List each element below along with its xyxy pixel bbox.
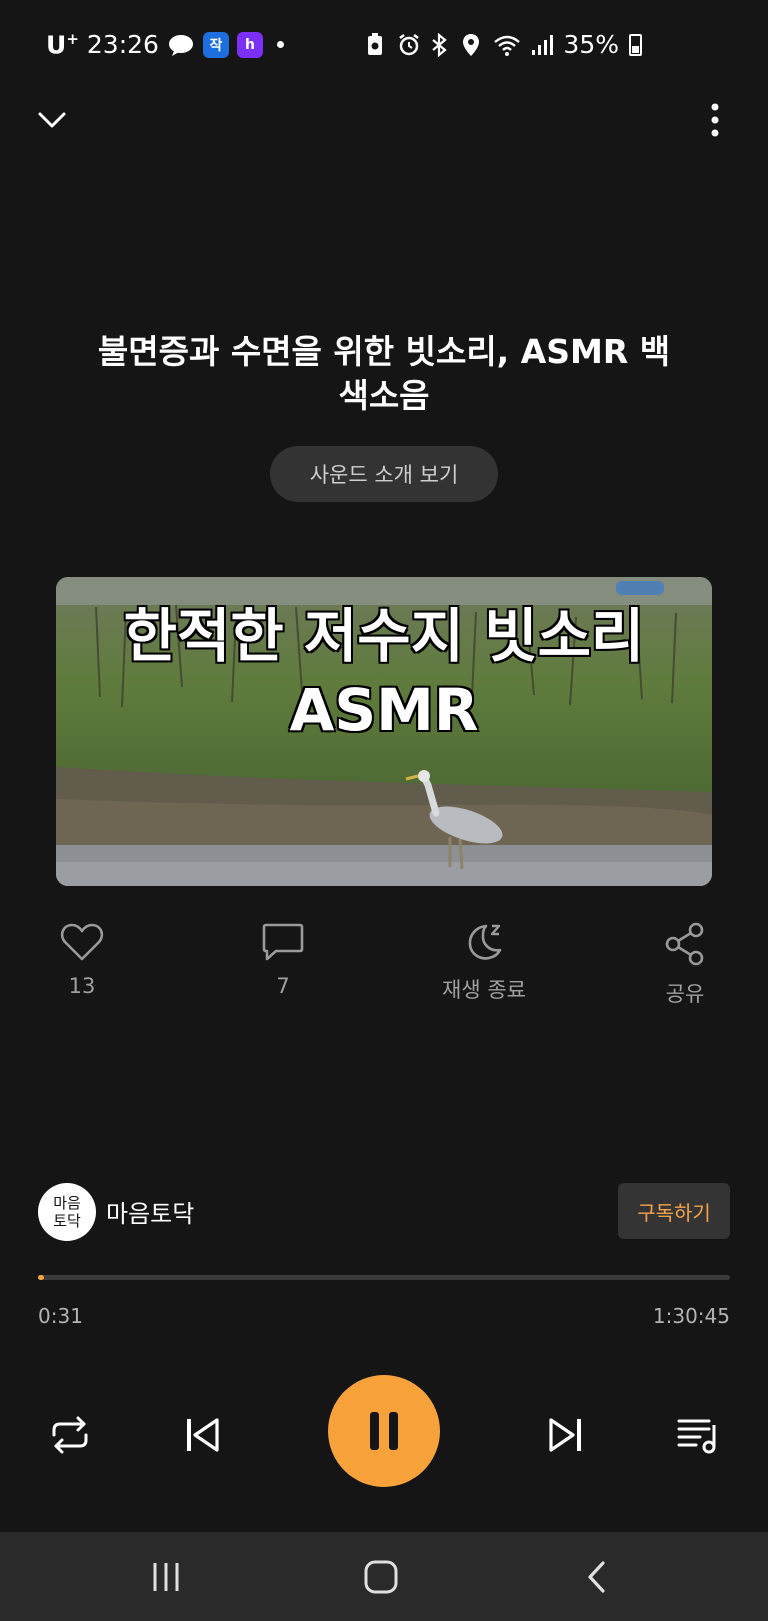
status-left: U+ 23:26 작 h <box>46 30 284 59</box>
playlist-button[interactable] <box>668 1405 728 1465</box>
player-screen: U+ 23:26 작 h 35% 불면증과 수면을 위한 빗소리, ASMR 백… <box>0 0 768 1621</box>
home-icon <box>364 1560 398 1594</box>
chat-bubble-icon <box>167 32 195 58</box>
recent-apps-button[interactable] <box>141 1554 191 1600</box>
collapse-button[interactable] <box>32 100 72 140</box>
subscribe-button[interactable]: 구독하기 <box>618 1183 730 1239</box>
battery-icon <box>629 33 642 56</box>
channel-name[interactable]: 마음토닥 <box>106 1194 194 1229</box>
repeat-button[interactable] <box>40 1405 100 1465</box>
track-title: 불면증과 수면을 위한 빗소리, ASMR 백색소음 <box>97 332 671 415</box>
signal-icon <box>531 33 554 57</box>
heart-icon <box>60 923 104 961</box>
like-count: 13 <box>68 974 96 998</box>
pause-icon <box>370 1412 398 1450</box>
pause-button[interactable] <box>328 1375 440 1487</box>
more-vertical-icon <box>711 103 719 137</box>
alarm-icon <box>397 33 420 57</box>
skip-next-icon <box>549 1418 581 1452</box>
h-app-icon: h <box>236 31 263 58</box>
system-nav-bar <box>0 1532 768 1621</box>
comment-button[interactable]: 7 <box>218 922 348 998</box>
comment-count: 7 <box>276 974 290 998</box>
battery-percent: 35% <box>563 30 619 59</box>
location-icon <box>461 33 483 57</box>
share-button[interactable]: 공유 <box>620 922 750 1008</box>
next-button[interactable] <box>536 1405 596 1465</box>
thumbnail-caption: 한적한 저수지 빗소리 ASMR <box>122 601 646 746</box>
channel-avatar[interactable]: 마음 토닥 <box>38 1183 96 1241</box>
previous-button[interactable] <box>172 1405 232 1465</box>
more-options-button[interactable] <box>700 100 730 140</box>
sleep-timer-button[interactable]: 재생 종료 <box>419 922 549 1004</box>
carrier-label: U+ <box>46 30 79 60</box>
bluetooth-icon <box>429 32 451 57</box>
status-bar: U+ 23:26 작 h 35% <box>0 0 768 96</box>
sound-intro-button[interactable]: 사운드 소개 보기 <box>270 446 498 502</box>
sleep-timer-label: 재생 종료 <box>442 978 526 1002</box>
wifi-icon <box>493 33 521 57</box>
home-button[interactable] <box>356 1554 406 1600</box>
clock: 23:26 <box>86 30 159 60</box>
total-time: 1:30:45 <box>652 1304 730 1328</box>
share-label: 공유 <box>665 982 705 1006</box>
like-button[interactable]: 13 <box>17 922 147 998</box>
comment-icon <box>262 923 304 961</box>
track-thumbnail: 한적한 저수지 빗소리 ASMR <box>56 577 712 886</box>
status-right: 35% <box>365 30 642 59</box>
back-icon <box>588 1561 605 1593</box>
jak-app-icon: 작 <box>202 31 229 58</box>
progress-bar[interactable] <box>38 1275 730 1280</box>
recent-apps-icon <box>153 1563 179 1591</box>
back-button[interactable] <box>572 1554 622 1600</box>
skip-previous-icon <box>187 1418 219 1452</box>
current-time: 0:31 <box>38 1304 83 1328</box>
repeat-icon <box>52 1416 88 1454</box>
progress-fill <box>38 1275 44 1280</box>
battery-saver-icon <box>365 32 387 57</box>
playlist-icon <box>677 1419 716 1454</box>
chevron-down-icon <box>38 112 66 128</box>
notification-dot <box>276 41 284 49</box>
moon-sleep-icon <box>468 924 502 960</box>
share-icon <box>665 922 704 966</box>
